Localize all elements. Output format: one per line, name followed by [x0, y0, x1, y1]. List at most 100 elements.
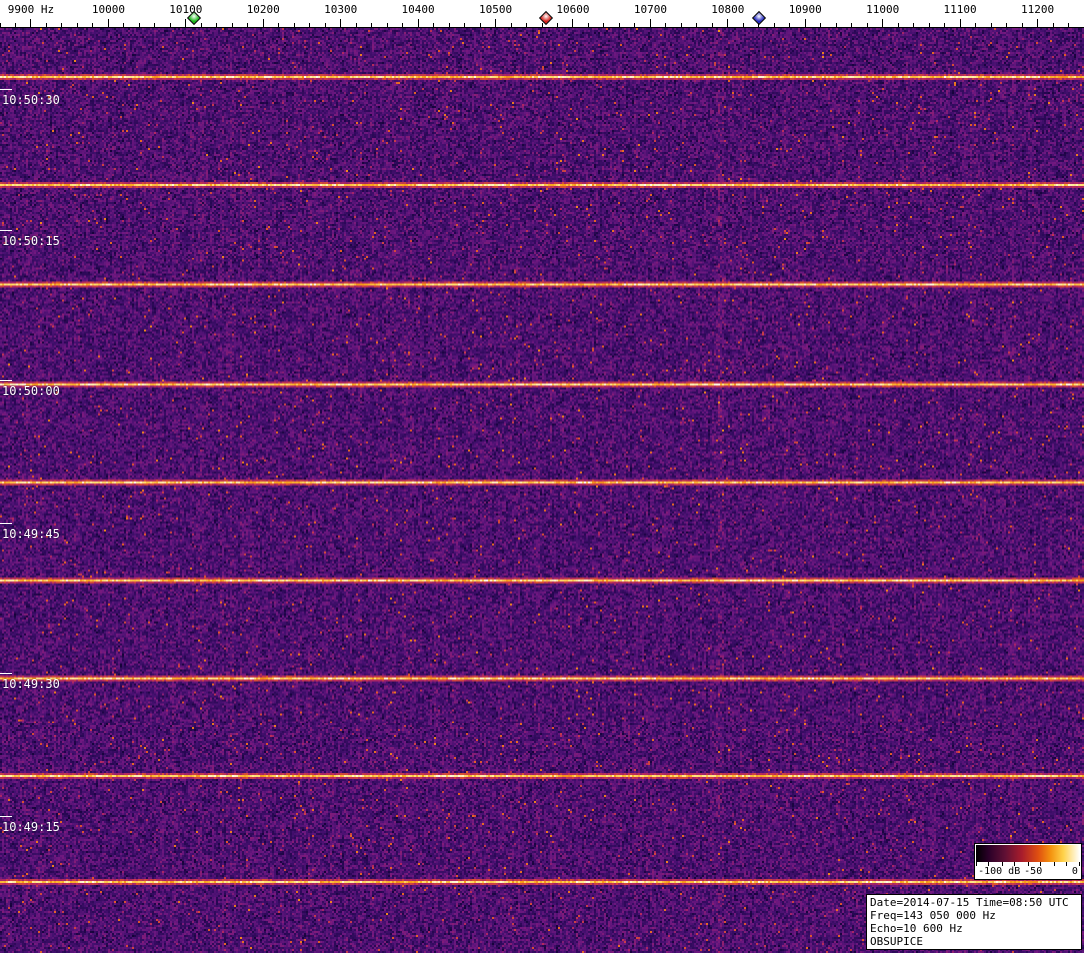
frequency-minor-tick: [309, 23, 310, 27]
info-line: OBSUPICE: [870, 935, 923, 948]
frequency-tick-label: 10900: [788, 3, 822, 16]
colorbar-label: -100 dB: [978, 866, 1021, 877]
colorbar: -100 dB -50 0: [974, 843, 1082, 880]
frequency-minor-tick: [557, 23, 558, 27]
frequency-minor-tick: [1053, 23, 1054, 27]
frequency-tick-label: 10500: [478, 3, 513, 16]
frequency-major-tick: [882, 19, 883, 27]
frequency-major-tick: [650, 19, 651, 27]
frequency-minor-tick: [402, 23, 403, 27]
frequency-minor-tick: [511, 23, 512, 27]
frequency-tick-label: 11100: [943, 3, 977, 16]
frequency-minor-tick: [232, 23, 233, 27]
frequency-minor-tick: [387, 23, 388, 27]
frequency-minor-tick: [77, 23, 78, 27]
spectrogram-app-window: 9900 Hz 10000 10100 10200 10300 10400 10500 106…: [0, 0, 1084, 953]
frequency-minor-tick: [681, 23, 682, 27]
frequency-minor-tick: [619, 23, 620, 27]
waterfall-display: -100 dB -50 0 Date=2014-07-15 Time=08:50 U…: [0, 28, 1084, 953]
time-tick: [0, 673, 12, 674]
info-line: Freq=143 050 000 Hz: [870, 909, 996, 922]
frequency-tick-label: 10400: [401, 3, 435, 16]
frequency-minor-tick: [216, 23, 217, 27]
time-tick: [0, 380, 12, 381]
time-tick: [0, 816, 12, 817]
frequency-minor-tick: [15, 23, 16, 27]
frequency-major-tick: [495, 19, 496, 27]
colorbar-label: -50: [1024, 866, 1043, 877]
frequency-tick-label: 10300: [324, 3, 358, 16]
frequency-minor-tick: [665, 23, 666, 27]
frequency-minor-tick: [201, 23, 202, 27]
frequency-major-tick: [185, 19, 186, 27]
frequency-minor-tick: [588, 23, 589, 27]
frequency-minor-tick: [712, 23, 713, 27]
frequency-major-tick: [263, 19, 264, 27]
frequency-minor-tick: [123, 23, 124, 27]
frequency-minor-tick: [929, 23, 930, 27]
frequency-tick-label: 9900 Hz: [7, 3, 55, 16]
frequency-major-tick: [30, 19, 31, 27]
frequency-minor-tick: [1022, 23, 1023, 27]
colorbar-gradient: [976, 845, 1080, 862]
frequency-minor-tick: [851, 23, 852, 27]
frequency-minor-tick: [526, 23, 527, 27]
frequency-minor-tick: [944, 23, 945, 27]
frequency-ruler[interactable]: 9900 Hz 10000 10100 10200 10300 10400 10500 106…: [0, 0, 1084, 28]
time-tick: [0, 89, 12, 90]
frequency-minor-tick: [774, 23, 775, 27]
time-tick-label: 10:49:15: [2, 820, 60, 834]
colorbar-label: 0: [1071, 866, 1078, 877]
frequency-minor-tick: [154, 23, 155, 27]
frequency-minor-tick: [139, 23, 140, 27]
frequency-minor-tick: [371, 23, 372, 27]
frequency-minor-tick: [913, 23, 914, 27]
frequency-minor-tick: [1068, 23, 1069, 27]
frequency-minor-tick: [0, 23, 1, 27]
info-line: Date=2014-07-15 Time=08:50 UTC: [870, 896, 1069, 909]
frequency-minor-tick: [278, 23, 279, 27]
frequency-tick-label: 10600: [556, 3, 590, 16]
frequency-tick-label: 10200: [246, 3, 280, 16]
frequency-minor-tick: [789, 23, 790, 27]
frequency-minor-tick: [433, 23, 434, 27]
time-tick-label: 10:49:30: [2, 677, 60, 691]
frequency-tick-label: 11200: [1020, 3, 1055, 16]
frequency-minor-tick: [247, 23, 248, 27]
frequency-major-tick: [960, 19, 961, 27]
frequency-minor-tick: [836, 23, 837, 27]
frequency-minor-tick: [170, 23, 171, 27]
frequency-major-tick: [805, 19, 806, 27]
frequency-minor-tick: [820, 23, 821, 27]
frequency-minor-tick: [867, 23, 868, 27]
frequency-minor-tick: [46, 23, 47, 27]
time-tick-label: 10:50:30: [2, 93, 60, 107]
frequency-minor-tick: [356, 23, 357, 27]
colorbar-labels: -100 dB -50 0: [976, 866, 1080, 878]
frequency-minor-tick: [1006, 23, 1007, 27]
frequency-major-tick: [418, 19, 419, 27]
time-tick-label: 10:49:45: [2, 527, 60, 541]
frequency-minor-tick: [325, 23, 326, 27]
frequency-minor-tick: [464, 23, 465, 27]
marker-blue-diamond[interactable]: [751, 10, 766, 26]
frequency-minor-tick: [603, 23, 604, 27]
time-tick-label: 10:50:15: [2, 234, 60, 248]
frequency-minor-tick: [898, 23, 899, 27]
frequency-major-tick: [1037, 19, 1038, 27]
frequency-tick-label: 10800: [711, 3, 745, 16]
info-box: Date=2014-07-15 Time=08:50 UTC Freq=143 0…: [866, 894, 1082, 950]
time-tick: [0, 523, 12, 524]
frequency-major-tick: [108, 19, 109, 27]
frequency-minor-tick: [743, 23, 744, 27]
frequency-minor-tick: [634, 23, 635, 27]
frequency-minor-tick: [696, 23, 697, 27]
marker-red-diamond[interactable]: [538, 10, 553, 26]
info-line: Echo=10 600 Hz: [870, 922, 963, 935]
time-tick: [0, 230, 12, 231]
frequency-major-tick: [572, 19, 573, 27]
time-tick-label: 10:50:00: [2, 384, 60, 398]
frequency-tick-label: 11000: [866, 3, 900, 16]
frequency-tick-label: 10000: [91, 3, 125, 16]
frequency-minor-tick: [480, 23, 481, 27]
